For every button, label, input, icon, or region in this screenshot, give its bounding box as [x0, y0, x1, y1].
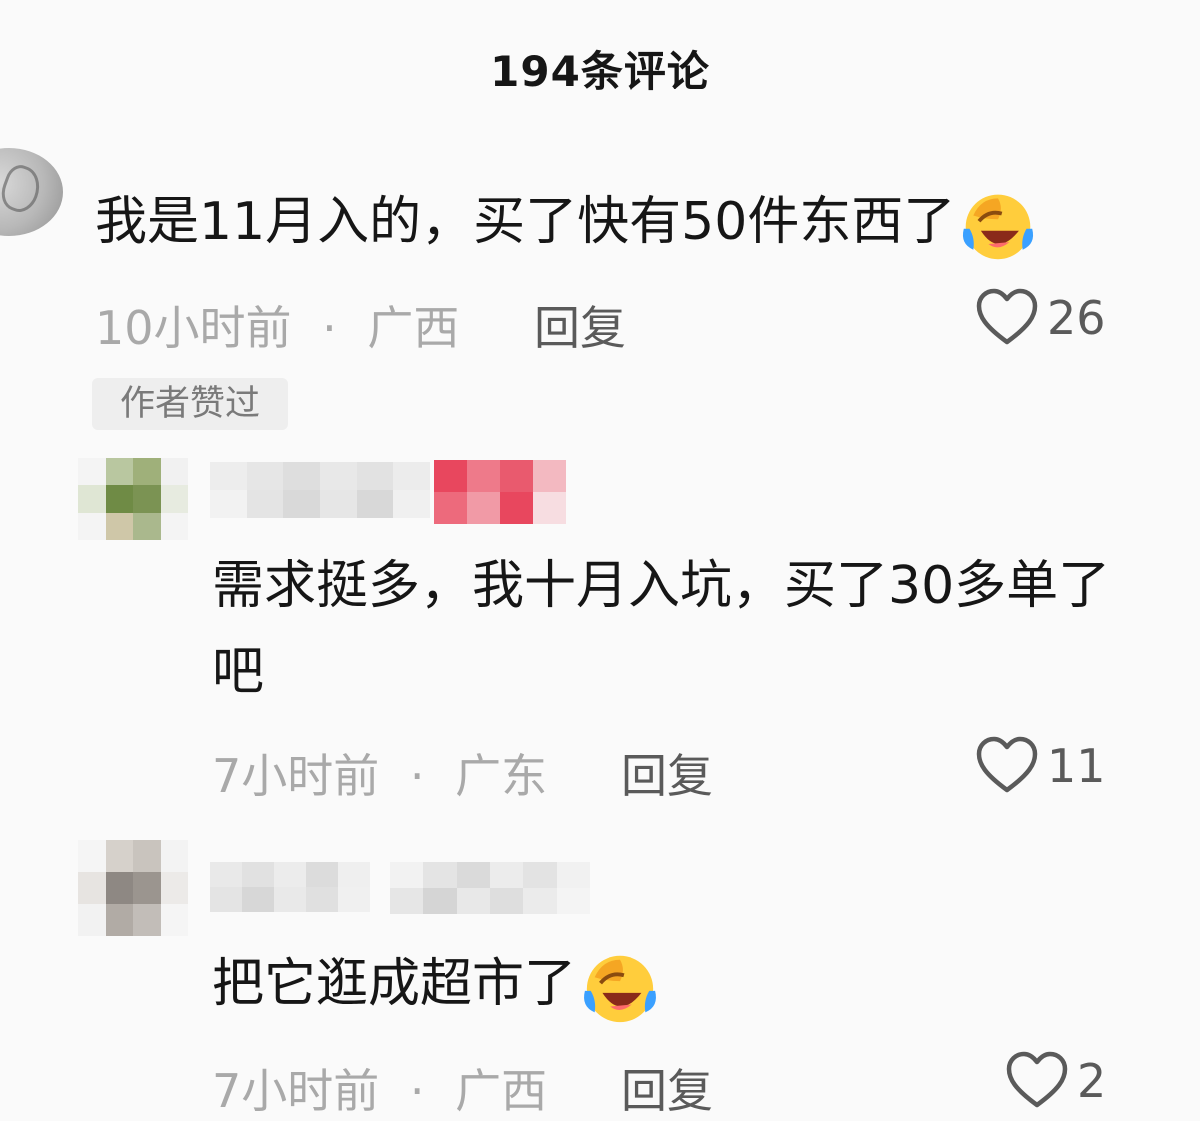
username-blurred	[210, 862, 370, 912]
avatar[interactable]	[78, 458, 188, 540]
laughing-crying-emoji	[963, 194, 1034, 260]
laughing-crying-emoji	[584, 955, 656, 1023]
comment-meta: 10小时前 · 广西	[95, 292, 459, 358]
author-liked-badge: 作者赞过	[92, 378, 288, 430]
avatar[interactable]	[0, 148, 63, 236]
username-blurred	[390, 862, 590, 914]
meta-separator: ·	[409, 1064, 425, 1118]
comment-meta: 7小时前 · 广东	[212, 740, 547, 806]
comment-time: 10小时前	[95, 301, 292, 355]
reply-button[interactable]: 回复	[534, 292, 626, 358]
username-blurred	[210, 462, 430, 518]
comment-time: 7小时前	[212, 749, 380, 803]
meta-separator: ·	[322, 301, 337, 355]
heart-outline-icon	[1006, 1051, 1068, 1108]
like-count: 26	[1047, 291, 1106, 345]
comment-text-line1: 需求挺多，我十月入坑，买了30多单了	[212, 556, 1111, 616]
reply-button[interactable]: 回复	[621, 740, 713, 806]
comment-text: 我是11月入的，买了快有50件东西了	[95, 182, 1037, 263]
comment-location: 广西	[367, 301, 460, 355]
avatar[interactable]	[78, 840, 188, 936]
like-count: 11	[1047, 739, 1106, 793]
comment-time: 7小时前	[212, 1064, 380, 1118]
like-button[interactable]: 2	[1005, 1051, 1106, 1111]
comment-meta: 7小时前 · 广西	[212, 1055, 547, 1121]
like-count: 2	[1077, 1054, 1107, 1108]
comment-text: 把它逛成超市了	[212, 944, 660, 1026]
meta-separator: ·	[409, 749, 425, 803]
comment-location: 广西	[455, 1064, 548, 1118]
comment-location: 广东	[455, 749, 548, 803]
like-button[interactable]: 11	[975, 736, 1106, 796]
comments-count-title: 194条评论	[490, 47, 710, 96]
like-button[interactable]: 26	[975, 288, 1106, 348]
user-tag-blurred	[434, 460, 566, 524]
comment-text-line2: 吧	[212, 642, 265, 702]
heart-outline-icon	[976, 288, 1038, 345]
reply-button[interactable]: 回复	[621, 1055, 713, 1121]
heart-outline-icon	[976, 736, 1038, 793]
